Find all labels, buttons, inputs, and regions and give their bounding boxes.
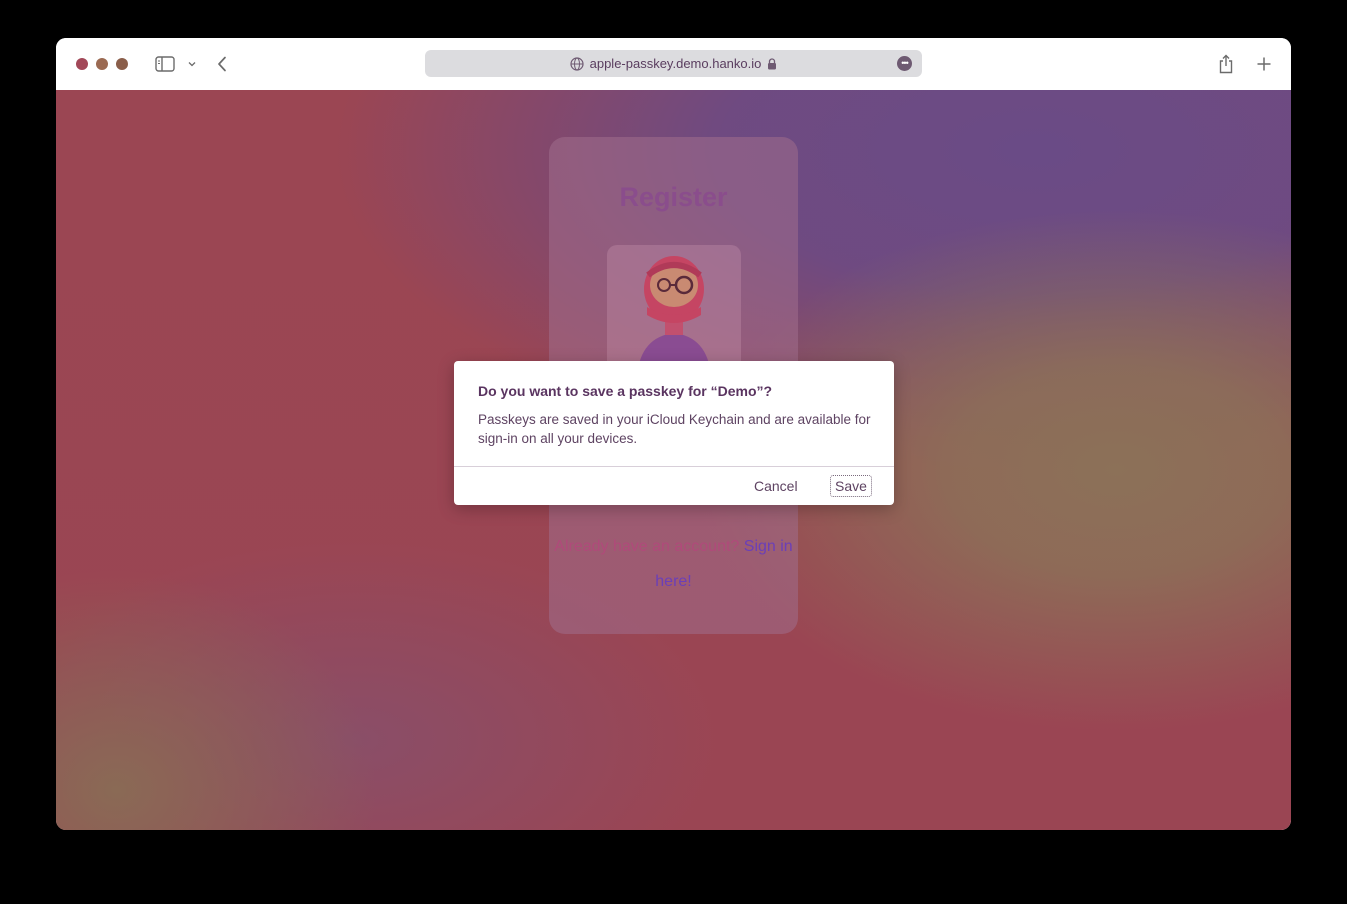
minimize-window-button[interactable] xyxy=(96,58,108,70)
dialog-message: Passkeys are saved in your iCloud Keycha… xyxy=(478,412,871,446)
sidebar-icon[interactable] xyxy=(154,53,176,75)
save-button[interactable]: Save xyxy=(830,475,872,497)
zoom-window-button[interactable] xyxy=(116,58,128,70)
signin-prompt-text: Already have an account? xyxy=(554,538,740,555)
signin-prompt: Already have an account? Sign in here! xyxy=(549,529,798,599)
share-icon[interactable] xyxy=(1216,53,1236,75)
lock-icon xyxy=(767,57,777,70)
avatar-illustration xyxy=(607,245,741,375)
browser-window: apple-passkey.demo.hanko.io ••• Register xyxy=(56,38,1291,830)
passkey-dialog: Do you want to save a passkey for “Demo”… xyxy=(454,361,894,505)
dialog-title: Do you want to save a passkey for “Demo”… xyxy=(478,383,773,399)
more-icon[interactable]: ••• xyxy=(897,56,912,71)
page-content: Register Already have an account? Sign i… xyxy=(56,90,1291,830)
url-text: apple-passkey.demo.hanko.io xyxy=(589,56,762,71)
cancel-button[interactable]: Cancel xyxy=(754,478,798,494)
plus-icon[interactable] xyxy=(1254,53,1274,75)
close-window-button[interactable] xyxy=(76,58,88,70)
back-arrow-icon[interactable] xyxy=(214,53,230,75)
chevron-down-icon[interactable] xyxy=(185,53,199,75)
browser-toolbar: apple-passkey.demo.hanko.io ••• xyxy=(56,38,1291,90)
page-title: Register xyxy=(619,182,728,212)
address-bar[interactable]: apple-passkey.demo.hanko.io ••• xyxy=(425,50,922,77)
dialog-divider xyxy=(454,466,894,467)
globe-icon xyxy=(570,56,584,71)
